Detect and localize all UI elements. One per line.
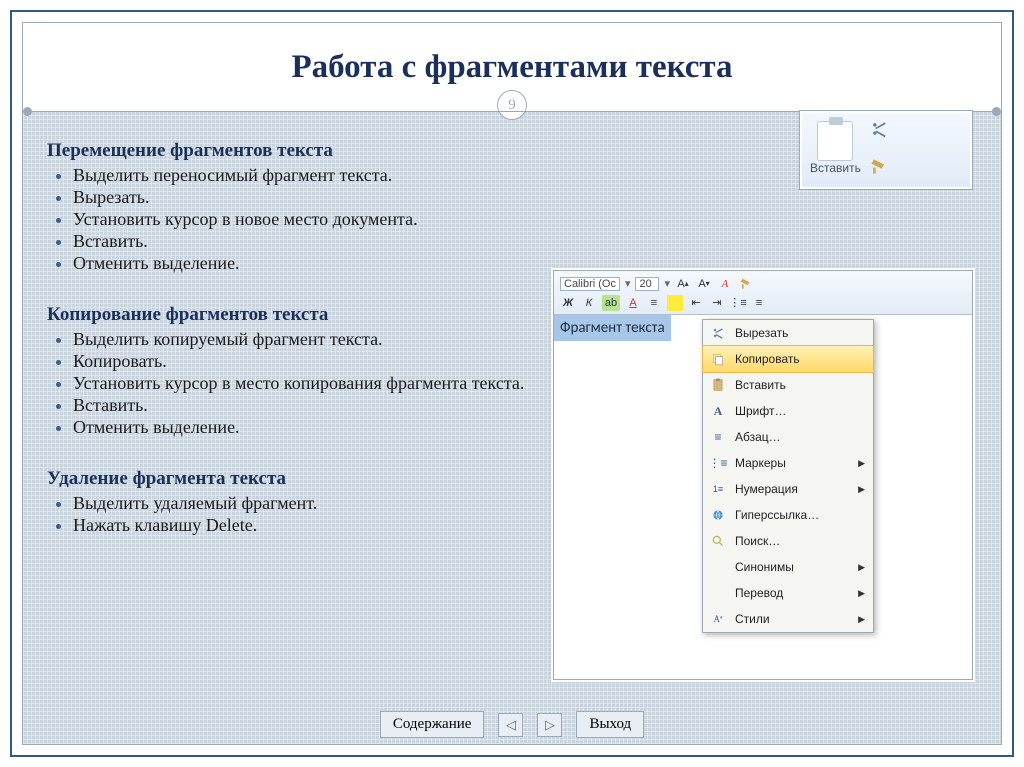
ctx-numbering[interactable]: 1≡ Нумерация ▶ [703, 476, 873, 502]
ctx-hyperlink[interactable]: Гиперссылка… [703, 502, 873, 528]
ctx-copy-label: Копировать [735, 352, 800, 366]
ctx-bullets-label: Маркеры [735, 456, 786, 470]
word-document-panel: Calibri (Ос ▾ 20 ▾ A▴ A▾ A Ж К ab A ≡ [553, 270, 973, 680]
context-menu: Вырезать Копировать Вставить A Шрифт… [702, 319, 874, 633]
ctx-find[interactable]: Поиск… [703, 528, 873, 554]
content-area: Вставить Перемещение фрагментов текста В… [23, 116, 1001, 553]
ctx-font-label: Шрифт… [735, 404, 786, 418]
grow-font-icon[interactable]: A▴ [675, 276, 691, 292]
bold-icon[interactable]: Ж [560, 295, 576, 311]
selected-text: Фрагмент текста [554, 315, 671, 341]
font-dialog-icon: A [709, 402, 727, 420]
ctx-synonyms[interactable]: Синонимы ▶ [703, 554, 873, 580]
ctx-paste-label: Вставить [735, 378, 786, 392]
ctx-synonyms-label: Синонимы [735, 560, 794, 574]
styles-icon: Aª [709, 610, 727, 628]
decrease-indent-icon[interactable]: ⇤ [688, 295, 704, 311]
align-center-icon[interactable]: ≡ [646, 295, 662, 311]
increase-indent-icon[interactable]: ⇥ [709, 295, 725, 311]
ctx-cut-label: Вырезать [735, 326, 788, 340]
paragraph-icon: ≡ [709, 428, 727, 446]
list-item: Установить курсор в новое место документ… [47, 209, 977, 230]
chevron-right-icon: ▶ [858, 562, 865, 573]
ctx-find-label: Поиск… [735, 534, 780, 548]
ctx-paste[interactable]: Вставить [703, 372, 873, 398]
bullets-icon[interactable]: ⋮≡ [730, 295, 746, 311]
ctx-translate[interactable]: Перевод ▶ [703, 580, 873, 606]
blank-icon [709, 584, 727, 602]
ctx-cut[interactable]: Вырезать [703, 320, 873, 346]
ctx-numbering-label: Нумерация [735, 482, 798, 496]
list-item: Вставить. [47, 231, 977, 252]
blank-icon [709, 558, 727, 576]
font-color-underline-icon[interactable]: A [625, 295, 641, 311]
chevron-right-icon: ▶ [858, 484, 865, 495]
title-area: Работа с фрагментами текста 9 [23, 23, 1001, 111]
highlight-icon[interactable]: ab [602, 295, 620, 311]
scissors-icon[interactable] [869, 119, 889, 139]
contents-button[interactable]: Содержание [380, 711, 485, 738]
ctx-styles-label: Стили [735, 612, 770, 626]
ctx-styles[interactable]: Aª Стили ▶ [703, 606, 873, 632]
clipboard-icon [709, 376, 727, 394]
hyperlink-icon [709, 506, 727, 524]
document-body[interactable]: Фрагмент текста Вырезать Копировать Вста… [554, 315, 972, 679]
shrink-font-icon[interactable]: A▾ [696, 276, 712, 292]
shading-icon[interactable] [667, 295, 683, 311]
ctx-paragraph-label: Абзац… [735, 430, 781, 444]
slide-title: Работа с фрагментами текста [23, 49, 1001, 86]
chevron-right-icon: ▶ [858, 614, 865, 625]
list-item: Вырезать. [47, 187, 977, 208]
slide-container: Работа с фрагментами текста 9 Вставить [22, 22, 1002, 745]
chevron-right-icon: ▶ [858, 588, 865, 599]
section1-list: Выделить переносимый фрагмент текста. Вы… [47, 165, 977, 274]
italic-icon[interactable]: К [581, 295, 597, 311]
exit-button[interactable]: Выход [576, 711, 644, 738]
scissors-icon [709, 324, 727, 342]
ctx-translate-label: Перевод [735, 586, 783, 600]
clipboard-icon [817, 121, 853, 161]
font-color-icon[interactable]: A [717, 276, 733, 292]
ctx-font[interactable]: A Шрифт… [703, 398, 873, 424]
next-button[interactable]: ▷ [537, 713, 562, 737]
numbering-icon[interactable]: ≡ [751, 295, 767, 311]
format-painter-small-icon[interactable] [738, 276, 754, 292]
ctx-copy[interactable]: Копировать [702, 345, 874, 373]
ctx-paragraph[interactable]: ≡ Абзац… [703, 424, 873, 450]
list-item: Выделить переносимый фрагмент текста. [47, 165, 977, 186]
ctx-bullets[interactable]: ⋮≡ Маркеры ▶ [703, 450, 873, 476]
font-size-selector[interactable]: 20 [635, 277, 659, 291]
numbering-icon: 1≡ [709, 480, 727, 498]
search-icon [709, 532, 727, 550]
footer-nav: Содержание ◁ ▷ Выход [23, 711, 1001, 738]
font-name-selector[interactable]: Calibri (Ос [560, 277, 620, 291]
mini-toolbar: Calibri (Ос ▾ 20 ▾ A▴ A▾ A Ж К ab A ≡ [554, 271, 972, 315]
chevron-right-icon: ▶ [858, 458, 865, 469]
copy-icon [709, 350, 727, 368]
bullets-icon: ⋮≡ [709, 454, 727, 472]
ctx-hyperlink-label: Гиперссылка… [735, 508, 819, 522]
prev-button[interactable]: ◁ [498, 713, 523, 737]
